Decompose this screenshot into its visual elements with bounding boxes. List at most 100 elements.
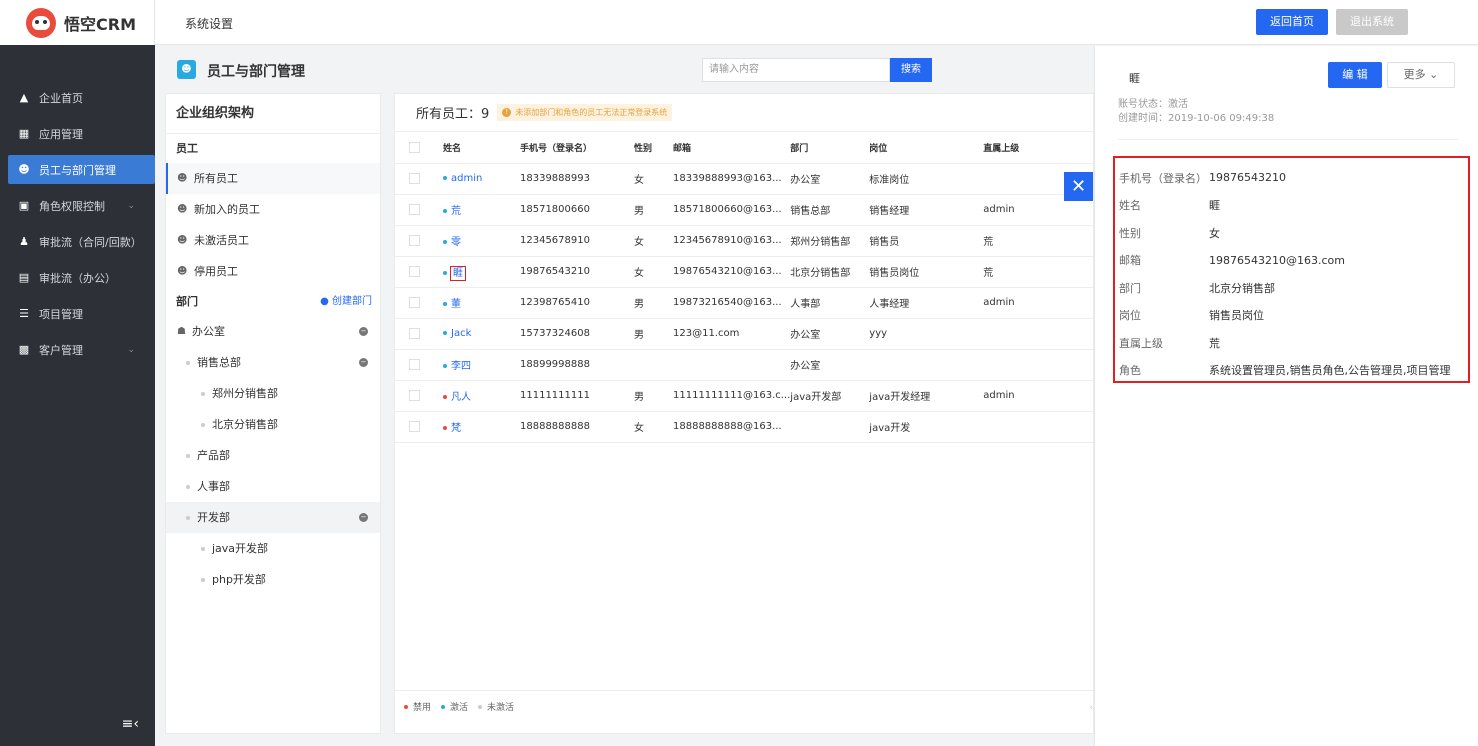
col-name[interactable]: 姓名	[443, 132, 520, 164]
table-row[interactable]: 零 12345678910 女 12345678910@163... 郑州分销售部 销售员…	[395, 225, 1095, 257]
detail-fields-box: 手机号（登录名） 19876543210 姓名 睚性别 女邮箱 19876543210@1…	[1113, 156, 1470, 383]
dept-item[interactable]: java开发部	[166, 533, 380, 564]
sidebar-item-label: 应用管理	[39, 127, 83, 141]
row-checkbox[interactable]	[409, 172, 420, 184]
dept-item[interactable]: ☗ 办公室 −	[166, 316, 380, 347]
table-row[interactable]: Jack 15737324608 男 123@11.com 办公室 yyy	[395, 318, 1095, 350]
chevron-down-icon: ⌄	[1429, 68, 1439, 81]
field-value: 销售员岗位	[1209, 309, 1264, 323]
tree-dot	[186, 360, 190, 365]
dept-item[interactable]: 产品部	[166, 440, 380, 471]
dept-label: 产品部	[197, 449, 230, 462]
field-value: 19876543210	[1209, 171, 1286, 185]
home-icon: ▲	[19, 91, 29, 104]
dept-label: 郑州分销售部	[212, 387, 278, 400]
close-icon[interactable]: ✕	[1064, 172, 1093, 201]
search-input[interactable]: 请输入内容	[702, 58, 890, 82]
logo[interactable]: 悟空CRM	[0, 0, 155, 45]
sidebar-item-staff-dept[interactable]: ☻ 员工与部门管理	[8, 155, 155, 184]
name-cell: 凡人	[443, 380, 520, 412]
search-button[interactable]: 搜索	[890, 58, 932, 82]
employee-name-link[interactable]: admin	[451, 173, 482, 184]
name-cell: admin	[443, 163, 520, 195]
row-checkbox[interactable]	[409, 389, 420, 401]
row-checkbox[interactable]	[409, 358, 420, 370]
col-dept[interactable]: 部门	[790, 132, 870, 164]
field-label: 岗位	[1119, 309, 1141, 323]
legend-dot	[478, 704, 483, 709]
employee-name-link[interactable]: 荒	[451, 206, 461, 217]
more-dropdown[interactable]: 更多 ⌄	[1387, 62, 1455, 88]
row-checkbox[interactable]	[409, 420, 420, 432]
collapse-toggle-icon[interactable]: −	[359, 513, 368, 522]
sidebar-item-roles[interactable]: ▣ 角色权限控制 ⌄	[0, 191, 155, 220]
employee-section-title: 员工	[176, 142, 198, 155]
table-row[interactable]: 荒 18571800660 男 18571800660@163... 销售总部 销售经理 a…	[395, 194, 1095, 226]
row-checkbox[interactable]	[409, 327, 420, 339]
sidebar-item-customers[interactable]: ▩ 客户管理 ⌄	[0, 335, 155, 364]
table-row[interactable]: 睚 19876543210 女 19876543210@163... 北京分销售部 销售员…	[395, 256, 1095, 288]
tree-dot	[201, 577, 205, 582]
sidebar-item-approval-office[interactable]: ▤ 审批流（办公）	[0, 263, 155, 292]
checkbox-cell	[395, 380, 443, 412]
row-checkbox[interactable]	[409, 234, 420, 246]
col-post[interactable]: 岗位	[869, 132, 984, 164]
employee-table-body: admin 18339888993 女 18339888993@163... 办公室 标准…	[395, 163, 1095, 443]
dept-item[interactable]: 开发部 −	[166, 502, 380, 533]
table-row[interactable]: admin 18339888993 女 18339888993@163... 办公室 标准…	[395, 163, 1095, 195]
col-phone[interactable]: 手机号（登录名）	[520, 132, 634, 164]
collapse-toggle-icon[interactable]: −	[359, 358, 368, 367]
employee-name-link[interactable]: 凡人	[451, 392, 471, 403]
employee-name-link[interactable]: 梵	[451, 423, 461, 434]
col-leader[interactable]: 直属上级	[983, 132, 1095, 164]
back-home-button[interactable]: 返回首页	[1256, 9, 1328, 35]
col-email[interactable]: 邮箱	[673, 132, 791, 164]
collapse-toggle-icon[interactable]: −	[359, 327, 368, 336]
row-checkbox[interactable]	[409, 296, 420, 308]
detail-field-row: 姓名 睚	[1115, 192, 1468, 220]
name-cell: Jack	[443, 318, 520, 350]
dept-item[interactable]: 郑州分销售部	[166, 378, 380, 409]
table-row[interactable]: 李四 18899998888 办公室	[395, 349, 1095, 381]
prev-page-icon[interactable]: ‹	[1089, 703, 1093, 713]
filter-all-employees[interactable]: ☻ 所有员工	[166, 163, 380, 194]
collapse-menu-icon[interactable]: ≡‹	[122, 716, 139, 732]
edit-button[interactable]: 编 辑	[1328, 62, 1382, 88]
filter-label: 所有员工	[194, 172, 238, 185]
employee-name-link[interactable]: 李四	[451, 361, 471, 372]
gender-cell: 男	[634, 194, 673, 226]
sidebar-item-home[interactable]: ▲ 企业首页	[0, 83, 155, 112]
dept-item[interactable]: php开发部	[166, 564, 380, 595]
email-cell: 18571800660@163...	[673, 194, 791, 226]
sidebar-item-projects[interactable]: ☰ 项目管理	[0, 299, 155, 328]
post-cell: 人事经理	[869, 287, 984, 319]
monkey-logo-icon	[26, 7, 56, 38]
sidebar-item-approval-contract[interactable]: ♟ 审批流（合同/回款）	[0, 227, 155, 256]
checkbox-cell	[395, 225, 443, 257]
app-name: 悟空CRM	[64, 14, 136, 34]
dept-item[interactable]: 北京分销售部	[166, 409, 380, 440]
filter-inactive-employees[interactable]: ☻ 未激活员工	[166, 225, 380, 256]
sidebar-item-apps[interactable]: ▦ 应用管理	[0, 119, 155, 148]
dept-item[interactable]: 人事部	[166, 471, 380, 502]
employee-name-link[interactable]: 零	[451, 237, 461, 248]
col-gender[interactable]: 性别	[634, 132, 673, 164]
logout-button[interactable]: 退出系统	[1336, 9, 1408, 35]
warning-badge: ! 未添加部门和角色的员工无法正常登录系统	[497, 104, 673, 121]
select-all-checkbox[interactable]	[409, 141, 420, 153]
dept-item[interactable]: 销售总部 −	[166, 347, 380, 378]
sidebar-item-label: 角色权限控制	[39, 199, 105, 213]
employee-name-link[interactable]: Jack	[451, 328, 471, 339]
table-row[interactable]: 梵 18888888888 女 18888888888@163... java开发	[395, 411, 1095, 443]
row-checkbox[interactable]	[409, 203, 420, 215]
row-checkbox[interactable]	[409, 265, 420, 277]
table-row[interactable]: 董 12398765410 男 19873216540@163... 人事部 人事经理 ad…	[395, 287, 1095, 319]
employee-name-link[interactable]: 董	[451, 299, 461, 310]
post-cell	[869, 349, 984, 381]
create-dept-button[interactable]: ● 创建部门	[320, 287, 372, 316]
filter-new-employees[interactable]: ☻ 新加入的员工	[166, 194, 380, 225]
employee-name-link[interactable]: 睚	[450, 266, 466, 281]
table-row[interactable]: 凡人 11111111111 男 11111111111@163.c... java开发…	[395, 380, 1095, 412]
filter-disabled-employees[interactable]: ☻ 停用员工	[166, 256, 380, 287]
chevron-down-icon: ⌄	[127, 344, 135, 355]
